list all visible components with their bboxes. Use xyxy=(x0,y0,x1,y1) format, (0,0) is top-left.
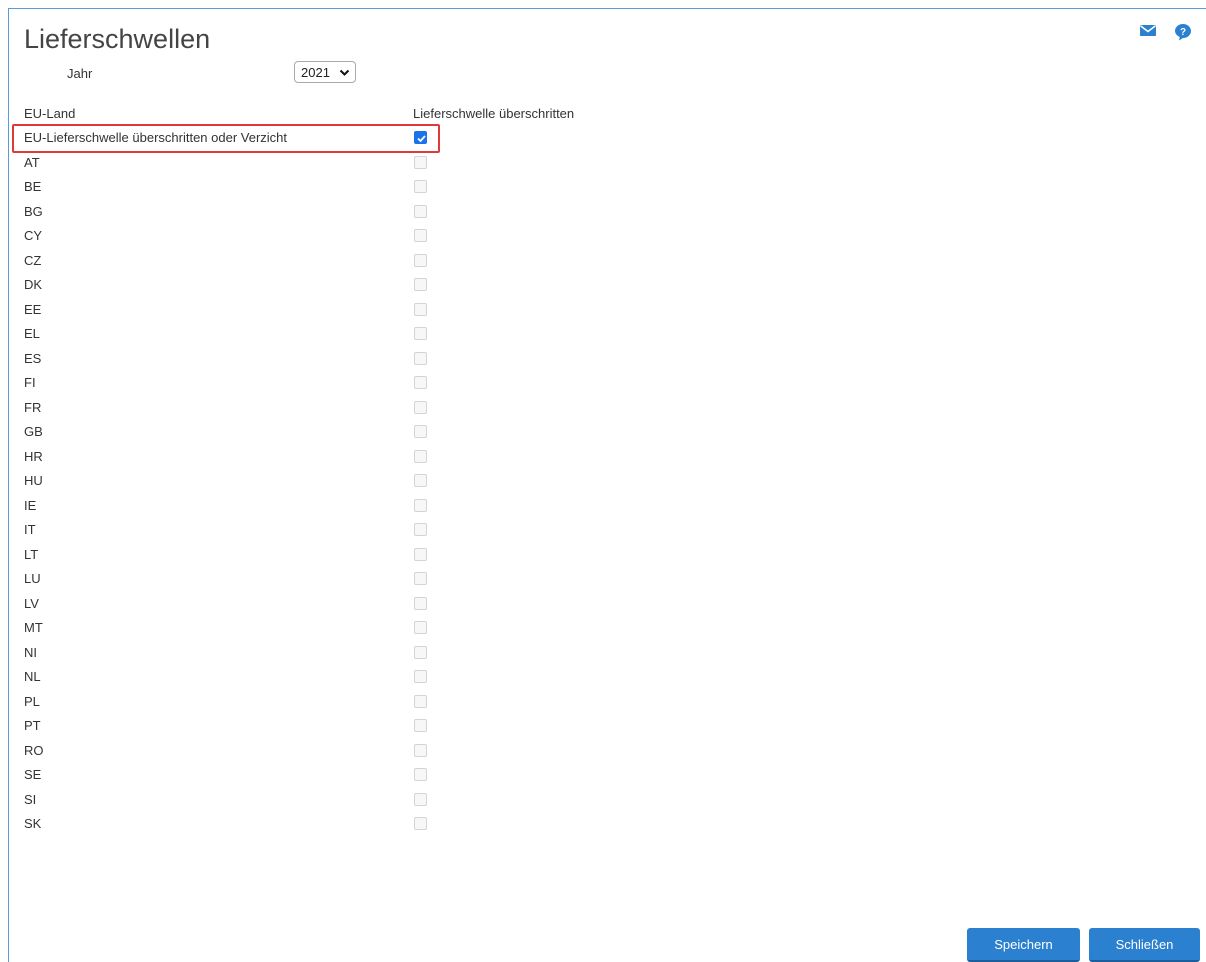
threshold-checkbox[interactable] xyxy=(414,376,427,389)
row-label: IE xyxy=(24,497,37,513)
row-country: BE xyxy=(16,176,436,198)
help-icon[interactable]: ? xyxy=(1174,23,1194,41)
close-button[interactable]: Schließen xyxy=(1089,928,1200,962)
threshold-checkbox[interactable] xyxy=(414,302,427,316)
row-label: ES xyxy=(24,350,42,366)
row-label: SI xyxy=(24,791,37,807)
row-label: CZ xyxy=(24,252,42,268)
row-country: LV xyxy=(16,593,436,615)
row-country: EL xyxy=(16,323,436,345)
row-country: HR xyxy=(16,446,436,468)
threshold-checkbox[interactable] xyxy=(414,351,427,365)
threshold-checkbox[interactable] xyxy=(414,155,427,169)
row-label: HU xyxy=(24,473,43,488)
threshold-checkbox[interactable] xyxy=(414,449,427,463)
row-label: LT xyxy=(24,546,39,562)
row-country: CZ xyxy=(16,250,436,272)
row-label: DK xyxy=(24,277,43,292)
save-button[interactable]: Speichern xyxy=(967,928,1080,962)
column-header-country: EU-Land xyxy=(24,106,76,121)
row-country: DK xyxy=(16,274,436,296)
row-label: LV xyxy=(24,595,39,611)
top-icons: ? xyxy=(1139,23,1194,41)
row-label: GB xyxy=(24,424,43,439)
threshold-checkbox[interactable] xyxy=(414,645,427,659)
threshold-checkbox[interactable] xyxy=(414,204,427,218)
row-label: SE xyxy=(24,767,42,782)
row-label: NL xyxy=(24,669,41,684)
svg-text:?: ? xyxy=(1180,27,1186,38)
threshold-checkbox[interactable] xyxy=(414,792,427,806)
threshold-checkbox[interactable] xyxy=(414,670,427,683)
row-country: SK xyxy=(16,813,436,835)
row-country: EE xyxy=(16,299,436,321)
threshold-checkbox[interactable] xyxy=(414,694,427,708)
row-country: LU xyxy=(16,568,436,590)
threshold-checkbox[interactable] xyxy=(414,400,427,414)
threshold-checkbox[interactable] xyxy=(414,278,427,291)
threshold-checkbox[interactable] xyxy=(414,621,427,634)
threshold-checkbox[interactable] xyxy=(414,547,427,561)
threshold-checkbox[interactable] xyxy=(414,596,427,610)
threshold-checkbox[interactable] xyxy=(414,253,427,267)
year-select[interactable]: 2021 xyxy=(294,61,356,83)
row-country: FR xyxy=(16,397,436,419)
row-label: LU xyxy=(24,571,41,586)
threshold-checkbox[interactable] xyxy=(414,768,427,781)
row-country: IT xyxy=(16,519,436,541)
threshold-checkbox[interactable] xyxy=(414,498,427,512)
row-label: RO xyxy=(24,742,44,758)
threshold-checkbox[interactable] xyxy=(414,474,427,487)
year-select-value: 2021 xyxy=(301,64,330,80)
threshold-checkbox[interactable] xyxy=(414,180,427,193)
row-country: ES xyxy=(16,348,436,370)
row-label: BG xyxy=(24,203,43,219)
row-label: FI xyxy=(24,375,36,390)
row-country: PL xyxy=(16,691,436,713)
row-country: RO xyxy=(16,740,436,762)
row-country: BG xyxy=(16,201,436,223)
year-label: Jahr xyxy=(67,66,93,81)
threshold-checkbox[interactable] xyxy=(414,229,427,242)
row-label: PT xyxy=(24,718,41,733)
row-country: SI xyxy=(16,789,436,811)
threshold-checkbox[interactable] xyxy=(414,743,427,757)
page-title: Lieferschwellen xyxy=(24,24,211,54)
row-label: HR xyxy=(24,448,43,464)
row-country: NI xyxy=(16,642,436,664)
threshold-checkbox[interactable] xyxy=(414,719,427,732)
row-country: CY xyxy=(16,225,436,247)
threshold-checkbox[interactable] xyxy=(414,572,427,585)
mail-icon[interactable] xyxy=(1139,23,1159,39)
row-label: IT xyxy=(24,522,36,537)
column-header-threshold: Lieferschwelle überschritten xyxy=(413,106,575,121)
row-label: EL xyxy=(24,326,40,341)
highlight-annotation xyxy=(12,124,440,153)
row-label: SK xyxy=(24,816,42,831)
row-country: MT xyxy=(16,617,436,639)
row-country: IE xyxy=(16,495,436,517)
row-label: AT xyxy=(24,154,40,170)
row-country: GB xyxy=(16,421,436,443)
row-country: FI xyxy=(16,372,436,394)
chevron-down-icon xyxy=(339,69,350,76)
row-country: HU xyxy=(16,470,436,492)
threshold-checkbox[interactable] xyxy=(414,523,427,536)
row-country: NL xyxy=(16,666,436,688)
threshold-checkbox[interactable] xyxy=(414,817,427,830)
row-label: PL xyxy=(24,693,40,709)
row-country: LT xyxy=(16,544,436,566)
row-label: FR xyxy=(24,399,42,415)
row-country: PT xyxy=(16,715,436,737)
row-label: BE xyxy=(24,179,42,194)
row-country: SE xyxy=(16,764,436,786)
row-label: MT xyxy=(24,620,43,635)
threshold-checkbox[interactable] xyxy=(414,425,427,438)
row-label: EE xyxy=(24,301,42,317)
row-label: NI xyxy=(24,644,37,660)
row-country: AT xyxy=(16,152,436,174)
threshold-checkbox[interactable] xyxy=(414,327,427,340)
row-label: CY xyxy=(24,228,43,243)
